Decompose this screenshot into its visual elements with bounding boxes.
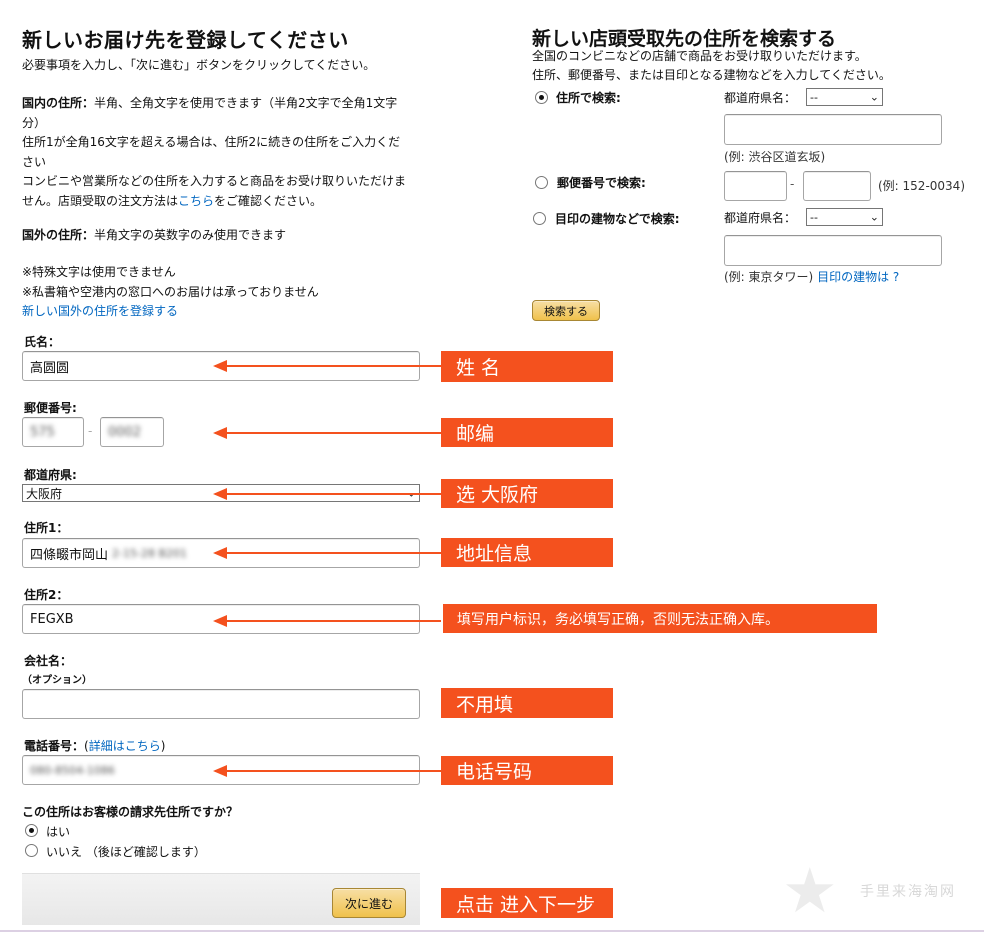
star-icon: ★ (782, 854, 838, 927)
domestic-text-5: コンビニや営業所などの住所を入力すると商品をお受け取りいただけま (22, 174, 407, 188)
pref-select-value: -- (810, 90, 818, 104)
foreign-label: 国外の住所： (22, 228, 95, 242)
annotation-next: 点击 进入下一步 (441, 888, 613, 918)
foreign-text: 半角文字の英数字のみ使用できます (94, 228, 287, 242)
intro-text: 必要事項を入力し、「次に進む」ボタンをクリックしてください。 (22, 58, 376, 72)
company-input[interactable] (22, 689, 420, 719)
company-label: 会社名： (24, 654, 73, 668)
foreign-rules: 国外の住所：半角文字の英数字のみ使用できます (22, 226, 286, 246)
landmark-help-link[interactable]: 目印の建物は ? (817, 270, 899, 284)
search-by-postal-label: 郵便番号で検索: (557, 176, 646, 190)
domestic-text-6b: をご確認ください。 (214, 193, 323, 208)
notes: ※特殊文字は使用できません ※私書箱や空港内の窓口へのお届けは承っておりません … (22, 263, 319, 322)
postal-input-2[interactable]: 0002 (100, 417, 164, 447)
note-special-chars: ※特殊文字は使用できません (22, 265, 176, 279)
arrow-prefecture (213, 488, 441, 500)
chevron-down-icon: ⌄ (869, 210, 879, 224)
postal-search-input-2[interactable] (803, 171, 871, 201)
pickup-desc-1: 全国のコンビニなどの店舗で商品をお受け取りいただけます。 (532, 49, 867, 63)
search-by-landmark-radio[interactable] (533, 212, 546, 225)
company-optional: （オプション） (22, 675, 92, 686)
search-button[interactable]: 検索する (532, 300, 600, 321)
arrow-name (213, 360, 441, 372)
store-pickup-link[interactable]: こちら (178, 194, 214, 208)
annotation-address2: 填写用户标识，务必填写正确，否则无法正确入库。 (443, 604, 877, 633)
postal-input-1[interactable]: 575 (22, 417, 84, 447)
postal-label: 郵便番号: (24, 401, 77, 415)
phone-label: 電話番号： (24, 739, 85, 753)
arrow-address1 (213, 547, 441, 559)
postal-value-1: 575 (30, 424, 55, 440)
billing-no-radio[interactable] (25, 844, 38, 857)
address1-blurred: 2-15-28 B201 (112, 546, 187, 560)
domestic-text-6: せん。店頭受取の注文方法は (22, 193, 179, 208)
name-value: 高圆圆 (30, 360, 70, 376)
billing-yes-label: はい (46, 825, 71, 839)
annotation-phone: 电话号码 (441, 756, 613, 785)
landmark-example: (例: 東京タワー) (724, 270, 814, 284)
pref-label: 都道府県名： (724, 91, 797, 105)
domestic-text: 半角、全角文字を使用できます（半角2文字で全角1文字 (94, 96, 398, 110)
phone-value: 080-8504-1086 (30, 763, 115, 777)
address-example: (例: 渋谷区道玄坂) (724, 150, 826, 164)
postal-search-input-1[interactable] (724, 171, 787, 201)
phone-details-link[interactable]: 詳細はこちら (89, 739, 161, 753)
domestic-rules: 国内の住所：半角、全角文字を使用できます（半角2文字で全角1文字 分） 住所1が… (22, 94, 432, 211)
address2-value: FEGXB (30, 611, 74, 627)
pref-select-landmark[interactable]: -- ⌄ (806, 208, 883, 226)
address1-value: 四條畷市岡山 (30, 547, 109, 563)
billing-question: この住所はお客様の請求先住所ですか？ (22, 805, 239, 819)
search-by-address-radio[interactable] (535, 91, 548, 104)
postal-example: (例: 152-0034) (878, 179, 965, 193)
domestic-text-4: さい (22, 154, 47, 169)
annotation-address1: 地址信息 (441, 538, 613, 567)
postal-search-dash: - (790, 177, 795, 191)
phone-label-row: 電話番号：(詳細はこちら) (24, 737, 165, 754)
postal-value-2: 0002 (108, 424, 142, 440)
annotation-name: 姓 名 (441, 351, 613, 382)
address2-label: 住所2： (24, 588, 69, 602)
domestic-text-2: 分） (22, 115, 47, 130)
search-by-postal-radio[interactable] (535, 176, 548, 189)
address1-label: 住所1： (24, 521, 69, 535)
annotation-prefecture: 选 大阪府 (441, 479, 613, 508)
billing-no-label: いいえ （後ほど確認します） (46, 845, 206, 859)
domestic-label: 国内の住所： (22, 96, 95, 110)
address-search-input[interactable] (724, 114, 942, 145)
arrow-address2 (213, 615, 441, 627)
foreign-address-link[interactable]: 新しい国外の住所を登録する (22, 302, 319, 322)
phone-paren-close: ) (160, 739, 166, 753)
annotation-postal: 邮编 (441, 418, 613, 447)
name-label: 氏名： (24, 335, 61, 349)
next-button[interactable]: 次に進む (332, 888, 406, 918)
landmark-example-row: (例: 東京タワー) 目印の建物は ? (724, 268, 899, 285)
pickup-desc-2: 住所、郵便番号、または目印となる建物などを入力してください。 (532, 68, 891, 82)
pref-select-value-2: -- (810, 210, 818, 224)
landmark-search-input[interactable] (724, 235, 942, 266)
prefecture-label: 都道府県: (24, 468, 77, 482)
search-by-address-label: 住所で検索: (556, 91, 621, 105)
domestic-text-3: 住所1が全角16文字を超える場合は、住所2に続きの住所をご入力くだ (22, 135, 401, 149)
annotation-company: 不用填 (441, 688, 613, 718)
search-by-landmark-label: 目印の建物などで検索: (555, 212, 680, 226)
page-title: 新しいお届け先を登録してください (22, 28, 349, 52)
note-po-box: ※私書箱や空港内の窓口へのお届けは承っておりません (22, 284, 319, 299)
pref-select-address[interactable]: -- ⌄ (806, 88, 883, 106)
prefecture-value: 大阪府 (26, 486, 63, 501)
arrow-phone (213, 765, 441, 777)
arrow-postal (213, 427, 441, 439)
postal-dash: - (88, 424, 93, 438)
billing-yes-radio[interactable] (25, 824, 38, 837)
bottom-divider (0, 930, 984, 932)
chevron-down-icon: ⌄ (869, 90, 879, 104)
pref-label-2: 都道府県名： (724, 211, 797, 225)
watermark-text: 手里来海淘网 (860, 884, 956, 900)
